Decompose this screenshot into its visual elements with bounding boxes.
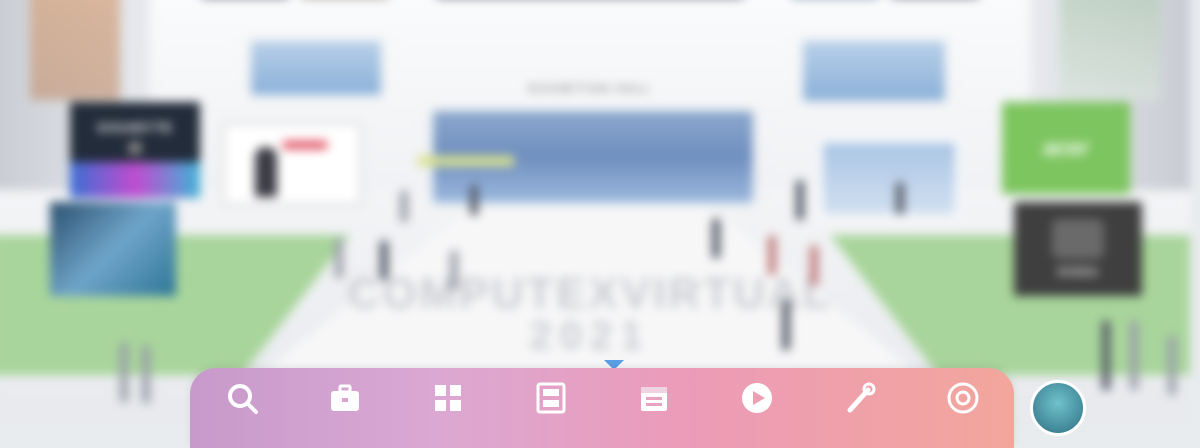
visitor <box>782 300 790 350</box>
nvidia-logo-icon <box>1052 219 1104 259</box>
upper-left-screen <box>248 38 384 98</box>
screen-caption-bar <box>418 156 514 166</box>
search-icon <box>227 384 258 414</box>
nvidia-brand-panel[interactable]: NVIDIA <box>1014 202 1142 296</box>
tools-icon <box>847 382 875 413</box>
promo-image-panel[interactable] <box>50 202 176 296</box>
toolbar-briefcase-button[interactable] <box>305 380 385 432</box>
visitor <box>796 180 804 220</box>
right-escalator <box>1060 0 1160 100</box>
left-escalator <box>30 0 120 100</box>
toolbar-grid-button[interactable] <box>408 380 488 432</box>
visitor <box>1130 320 1138 390</box>
gigabyte-brand-panel[interactable]: GIGABYTE <box>70 102 200 198</box>
visitor <box>142 345 150 403</box>
visitor <box>712 218 720 258</box>
calendar-icon <box>640 387 667 411</box>
toolbar-calendar-button[interactable] <box>614 380 694 432</box>
visitor <box>400 190 408 222</box>
upper-right-screen <box>800 38 948 104</box>
toolbar-search-button[interactable] <box>202 380 282 432</box>
visitor <box>810 245 818 285</box>
brand-stripe <box>70 162 200 198</box>
toolbar-layout-button[interactable] <box>511 380 591 432</box>
globe-icon <box>947 382 978 414</box>
floor-title-line-1: COMPUTEXVIRTUAL <box>347 269 833 318</box>
visitor <box>380 240 388 280</box>
floor-title: COMPUTEXVIRTUAL 2021 <box>320 269 860 358</box>
briefcase-icon <box>330 384 359 411</box>
play-icon <box>741 383 772 413</box>
bottom-toolbar <box>190 368 1014 448</box>
nvidia-wordmark: NVIDIA <box>1057 265 1099 279</box>
grid-icon <box>434 385 461 411</box>
acer-brand-panel[interactable]: acer <box>1002 102 1130 194</box>
visitor <box>120 342 128 402</box>
visitor <box>1102 320 1110 390</box>
booth-red-bar <box>283 141 327 149</box>
visitor <box>896 182 904 214</box>
booth-presenter <box>255 147 277 197</box>
hall-label: EXHIBITION HALL <box>528 83 652 95</box>
visitor <box>335 238 343 278</box>
user-avatar-button[interactable] <box>1030 380 1086 436</box>
toolbar-globe-button[interactable] <box>923 380 1003 432</box>
gigabyte-logo: GIGABYTE <box>97 120 173 135</box>
visitor <box>768 235 776 275</box>
visitor <box>1168 335 1176 395</box>
visitor <box>450 250 458 290</box>
brand-emblem-icon <box>128 141 142 155</box>
toolbar-tools-button[interactable] <box>820 380 900 432</box>
booth-left-display[interactable] <box>222 122 362 206</box>
visitor <box>470 185 478 215</box>
floor-title-line-2: 2021 <box>529 314 651 358</box>
toolbar-play-button[interactable] <box>717 380 797 432</box>
layout-icon <box>536 382 565 414</box>
booth-right-display[interactable] <box>820 140 958 218</box>
